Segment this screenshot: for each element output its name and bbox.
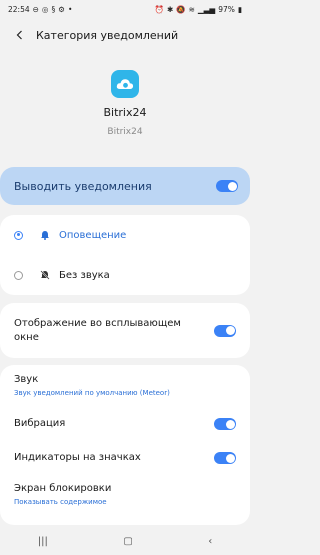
sync-icon: ⊖ bbox=[32, 4, 39, 14]
status-time: 22:54 bbox=[8, 4, 30, 14]
sound-row[interactable]: Звук Звук уведомлений по умолчанию (Mete… bbox=[0, 365, 250, 405]
popup-card: Отображение во всплывающем окне bbox=[0, 303, 250, 358]
show-notifications-label: Выводить уведомления bbox=[14, 179, 152, 193]
popup-row[interactable]: Отображение во всплывающем окне bbox=[0, 303, 250, 358]
app-icon bbox=[111, 70, 139, 98]
sound-value: Звук уведомлений по умолчанию (Meteor) bbox=[14, 389, 170, 397]
bell-icon bbox=[39, 229, 51, 241]
battery-icon: ▮ bbox=[237, 4, 242, 14]
mode-option-alert[interactable]: Оповещение bbox=[0, 215, 250, 255]
status-left: 22:54 ⊖ ◎ § ⚙ • bbox=[8, 5, 72, 14]
mode-label-alert: Оповещение bbox=[59, 229, 127, 241]
vibration-label: Вибрация bbox=[14, 418, 66, 429]
back-nav-button[interactable]: ‹ bbox=[208, 536, 212, 547]
header: Категория уведомлений bbox=[0, 18, 250, 52]
vibration-row[interactable]: Вибрация bbox=[0, 405, 250, 443]
lock-screen-value: Показывать содержимое bbox=[14, 498, 107, 506]
notification-mode-card: Оповещение Без звука bbox=[0, 215, 250, 295]
bluetooth-icon: ✱ bbox=[166, 4, 174, 14]
mode-label-silent: Без звука bbox=[59, 269, 110, 281]
radio-alert[interactable] bbox=[14, 230, 23, 240]
home-button[interactable]: ▢ bbox=[123, 536, 132, 547]
vibration-toggle[interactable] bbox=[214, 418, 236, 430]
app-subtitle: Bitrix24 bbox=[107, 127, 143, 137]
popup-toggle[interactable] bbox=[214, 324, 236, 337]
popup-label: Отображение во всплывающем окне bbox=[14, 317, 181, 343]
wifi-icon: ≋ bbox=[188, 4, 195, 14]
settings-card: Звук Звук уведомлений по умолчанию (Mete… bbox=[0, 365, 250, 525]
bell-off-icon bbox=[39, 269, 51, 281]
back-button[interactable] bbox=[10, 25, 30, 45]
status-right: ⏰ ✱ 🔕 ≋ ▁▃▅ 97% ▮ bbox=[155, 5, 242, 14]
recents-button[interactable]: ||| bbox=[38, 536, 48, 547]
navigation-bar: ||| ▢ ‹ bbox=[0, 528, 250, 555]
shazam-icon: § bbox=[51, 4, 56, 14]
sound-text: Звук Звук уведомлений по умолчанию (Mete… bbox=[14, 373, 170, 397]
app-info: Bitrix24 Bitrix24 bbox=[0, 52, 250, 137]
badges-toggle[interactable] bbox=[214, 452, 236, 464]
location-icon: ◎ bbox=[41, 4, 49, 14]
more-icon: • bbox=[67, 4, 73, 14]
settings-icon: ⚙ bbox=[58, 4, 65, 14]
status-bar: 22:54 ⊖ ◎ § ⚙ • ⏰ ✱ 🔕 ≋ ▁▃▅ 97% ▮ bbox=[0, 0, 250, 18]
badges-row[interactable]: Индикаторы на значках bbox=[0, 443, 250, 473]
mute-icon: 🔕 bbox=[176, 4, 186, 14]
lock-screen-row[interactable]: Экран блокировки Показывать содержимое bbox=[0, 473, 250, 515]
badges-label: Индикаторы на значках bbox=[14, 452, 141, 463]
signal-icon: ▁▃▅ bbox=[197, 4, 216, 14]
mode-option-silent[interactable]: Без звука bbox=[0, 255, 250, 295]
radio-silent[interactable] bbox=[14, 270, 23, 280]
cloud-icon bbox=[116, 79, 134, 89]
show-notifications-toggle[interactable] bbox=[216, 180, 238, 192]
sound-label: Звук bbox=[14, 374, 39, 385]
alarm-icon: ⏰ bbox=[154, 4, 164, 14]
chevron-left-icon bbox=[16, 30, 22, 40]
lock-screen-text: Экран блокировки Показывать содержимое bbox=[14, 482, 111, 506]
battery-percent: 97% bbox=[218, 4, 235, 14]
show-notifications-row[interactable]: Выводить уведомления bbox=[0, 167, 250, 205]
lock-screen-label: Экран блокировки bbox=[14, 483, 112, 494]
page-title: Категория уведомлений bbox=[36, 28, 179, 42]
app-name: Bitrix24 bbox=[103, 106, 147, 119]
